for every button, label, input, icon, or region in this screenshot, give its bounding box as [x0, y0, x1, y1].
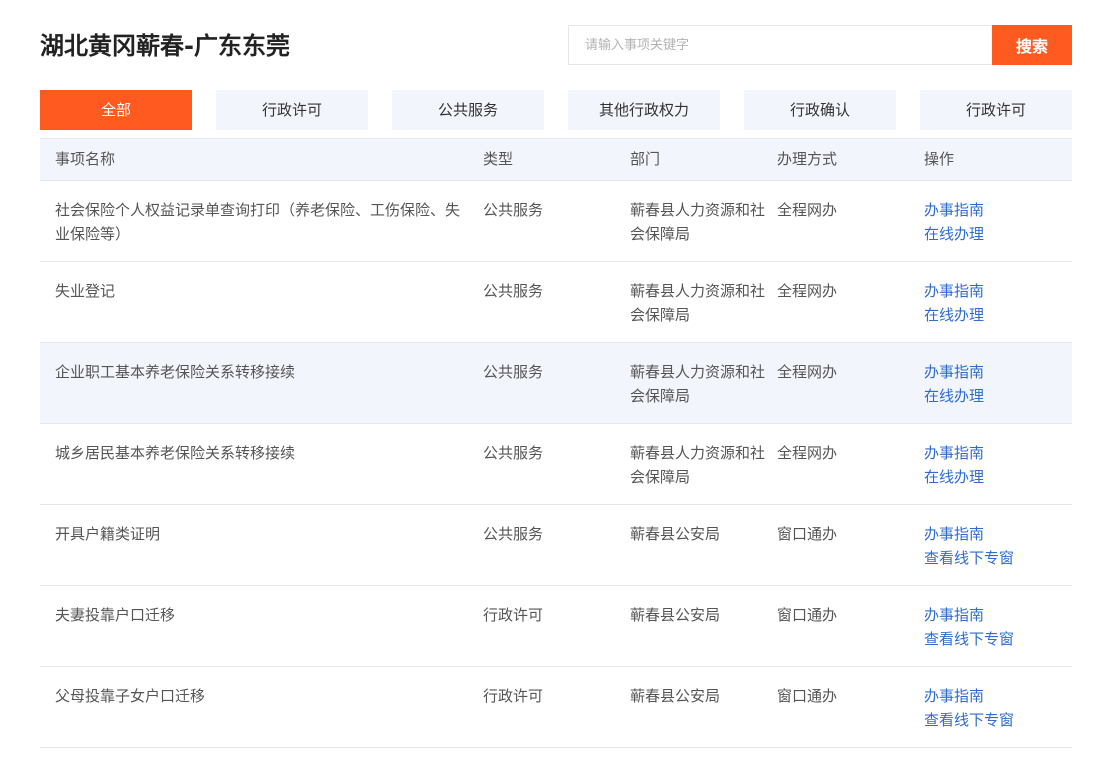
item-type: 公共服务	[483, 444, 544, 462]
header-handling-mode: 办理方式	[777, 150, 838, 168]
table-row: 夫妻投靠户口迁移 行政许可 蕲春县公安局 窗口通办 办事指南 查看线下专窗	[40, 586, 1072, 667]
guide-link[interactable]: 办事指南	[924, 684, 1072, 708]
tab-public-service[interactable]: 公共服务	[392, 90, 544, 130]
header-department: 部门	[630, 150, 661, 168]
item-operations: 办事指南 在线办理	[924, 360, 1072, 423]
page: 湖北黄冈蕲春-广东东莞 搜索 全部 行政许可 公共服务 其他行政权力 行政确认 …	[0, 0, 1120, 758]
search-button[interactable]: 搜索	[992, 25, 1072, 65]
table-row: 社会保险个人权益记录单查询打印（养老保险、工伤保险、失业保险等） 公共服务 蕲春…	[40, 181, 1072, 262]
table-row: 开具户籍类证明 公共服务 蕲春县公安局 窗口通办 办事指南 查看线下专窗	[40, 505, 1072, 586]
guide-link[interactable]: 办事指南	[924, 603, 1072, 627]
item-department: 蕲春县公安局	[630, 687, 721, 705]
header-operation: 操作	[924, 150, 955, 168]
item-type: 行政许可	[483, 687, 544, 705]
table-row: 失业登记 公共服务 蕲春县人力资源和社会保障局 全程网办 办事指南 在线办理	[40, 262, 1072, 343]
table-row: 城乡居民基本养老保险关系转移接续 公共服务 蕲春县人力资源和社会保障局 全程网办…	[40, 424, 1072, 505]
search-bar: 搜索	[568, 25, 1072, 65]
item-handling-mode: 全程网办	[777, 363, 838, 381]
item-name: 开具户籍类证明	[55, 525, 161, 543]
header-item-name: 事项名称	[55, 150, 116, 168]
item-handling-mode: 窗口通办	[777, 687, 838, 705]
item-department: 蕲春县人力资源和社会保障局	[630, 282, 766, 324]
item-department: 蕲春县公安局	[630, 525, 721, 543]
guide-link[interactable]: 办事指南	[924, 279, 1072, 303]
item-department: 蕲春县人力资源和社会保障局	[630, 444, 766, 486]
item-handling-mode: 窗口通办	[777, 606, 838, 624]
item-name: 社会保险个人权益记录单查询打印（养老保险、工伤保险、失业保险等）	[55, 201, 461, 243]
item-name: 夫妻投靠户口迁移	[55, 606, 176, 624]
item-department: 蕲春县人力资源和社会保障局	[630, 201, 766, 243]
item-name: 企业职工基本养老保险关系转移接续	[55, 363, 296, 381]
guide-link[interactable]: 办事指南	[924, 198, 1072, 222]
tab-other-administrative-power[interactable]: 其他行政权力	[568, 90, 720, 130]
guide-link[interactable]: 办事指南	[924, 441, 1072, 465]
online-apply-link[interactable]: 在线办理	[924, 222, 1072, 246]
item-type: 公共服务	[483, 201, 544, 219]
item-type: 公共服务	[483, 525, 544, 543]
table-row: 企业职工基本养老保险关系转移接续 公共服务 蕲春县人力资源和社会保障局 全程网办…	[40, 343, 1072, 424]
item-handling-mode: 窗口通办	[777, 525, 838, 543]
service-table: 事项名称 类型 部门 办理方式 操作 社会保险个人权益记录单查询打印（养老保险、…	[40, 138, 1072, 748]
item-handling-mode: 全程网办	[777, 201, 838, 219]
item-handling-mode: 全程网办	[777, 282, 838, 300]
guide-link[interactable]: 办事指南	[924, 522, 1072, 546]
item-operations: 办事指南 查看线下专窗	[924, 522, 1072, 585]
offline-window-link[interactable]: 查看线下专窗	[924, 627, 1072, 651]
page-title: 湖北黄冈蕲春-广东东莞	[40, 32, 290, 60]
item-operations: 办事指南 查看线下专窗	[924, 684, 1072, 747]
search-input[interactable]	[568, 25, 992, 65]
offline-window-link[interactable]: 查看线下专窗	[924, 708, 1072, 732]
category-tabs: 全部 行政许可 公共服务 其他行政权力 行政确认 行政许可	[40, 90, 1072, 130]
tab-administrative-confirmation[interactable]: 行政确认	[744, 90, 896, 130]
item-operations: 办事指南 查看线下专窗	[924, 603, 1072, 666]
item-operations: 办事指南 在线办理	[924, 441, 1072, 504]
online-apply-link[interactable]: 在线办理	[924, 384, 1072, 408]
item-name: 父母投靠子女户口迁移	[55, 687, 206, 705]
item-department: 蕲春县公安局	[630, 606, 721, 624]
item-type: 公共服务	[483, 363, 544, 381]
online-apply-link[interactable]: 在线办理	[924, 303, 1072, 327]
item-type: 公共服务	[483, 282, 544, 300]
table-header: 事项名称 类型 部门 办理方式 操作	[40, 139, 1072, 181]
item-handling-mode: 全程网办	[777, 444, 838, 462]
guide-link[interactable]: 办事指南	[924, 360, 1072, 384]
item-operations: 办事指南 在线办理	[924, 279, 1072, 342]
tab-administrative-license-2[interactable]: 行政许可	[920, 90, 1072, 130]
item-name: 失业登记	[55, 282, 116, 300]
offline-window-link[interactable]: 查看线下专窗	[924, 546, 1072, 570]
item-department: 蕲春县人力资源和社会保障局	[630, 363, 766, 405]
item-operations: 办事指南 在线办理	[924, 198, 1072, 261]
tab-administrative-license[interactable]: 行政许可	[216, 90, 368, 130]
header-type: 类型	[483, 150, 514, 168]
table-row: 父母投靠子女户口迁移 行政许可 蕲春县公安局 窗口通办 办事指南 查看线下专窗	[40, 667, 1072, 748]
online-apply-link[interactable]: 在线办理	[924, 465, 1072, 489]
tab-all[interactable]: 全部	[40, 90, 192, 130]
item-name: 城乡居民基本养老保险关系转移接续	[55, 444, 296, 462]
item-type: 行政许可	[483, 606, 544, 624]
